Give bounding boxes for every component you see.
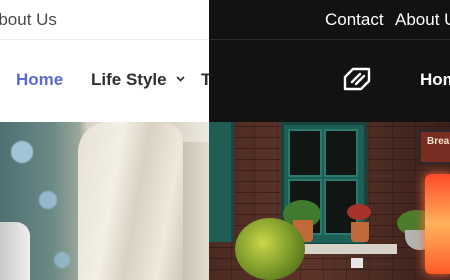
window-pane [324, 129, 358, 177]
nav-next-item[interactable]: T [201, 70, 209, 90]
nav-life-style[interactable]: Life Style [91, 70, 185, 90]
flower-pot [351, 222, 369, 242]
window-pane [288, 129, 322, 177]
dark-theme-panel: Contact About Us Home Break [209, 0, 450, 280]
nav-home[interactable]: Home [16, 70, 63, 90]
about-us-link-dark[interactable]: About Us [395, 10, 450, 30]
wall-box [351, 258, 363, 268]
nav-life-style-label: Life Style [91, 70, 167, 89]
hero-image-sleeve [78, 122, 183, 280]
nav-home-dark[interactable]: Home [420, 70, 450, 90]
hero-image-arm [183, 142, 209, 280]
about-us-link[interactable]: About Us [0, 10, 57, 30]
contact-link[interactable]: Contact [325, 10, 384, 30]
top-bar: About Us [0, 0, 209, 40]
plant-bush [235, 218, 305, 280]
top-bar-dark: Contact About Us [209, 0, 450, 40]
flowers [347, 204, 371, 220]
chevron-down-icon [176, 76, 185, 82]
storefront-door [209, 122, 234, 242]
hero-image-dark: Break [209, 122, 450, 280]
site-logo-icon[interactable] [343, 67, 371, 91]
main-nav-dark: Home [209, 40, 450, 122]
light-theme-panel: About Us Home Life Style T [0, 0, 209, 280]
hero-image-cup [0, 222, 30, 280]
shop-sign: Break [419, 130, 450, 164]
lantern [425, 174, 450, 274]
hero-image [0, 122, 209, 280]
main-nav: Home Life Style T [0, 40, 209, 122]
